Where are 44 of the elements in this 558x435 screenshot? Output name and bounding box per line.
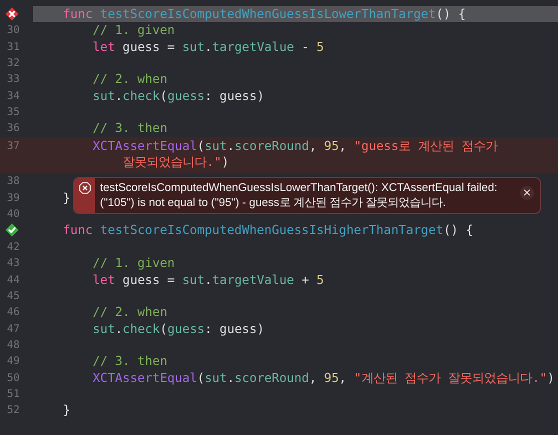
line-number: 42 (7, 240, 20, 255)
line-number: 40 (7, 207, 20, 222)
code-line: // 3. then (92, 120, 168, 137)
line-number: 38 (7, 174, 20, 190)
line-number: 44 (7, 272, 20, 288)
line-number: 37 (7, 138, 20, 154)
line-number: 39 (7, 190, 20, 206)
line-number: 32 (7, 56, 20, 72)
code-line: // 2. when (92, 304, 168, 321)
line-number: 51 (7, 386, 20, 402)
code-line: sut.check(guess: guess) (92, 320, 264, 337)
passed-test-icon[interactable] (5, 223, 19, 238)
line-number: 48 (7, 338, 20, 353)
code-line: func testScoreIsComputedWhenGuessIsHigherThanTarget() { (62, 222, 474, 239)
line-number: 33 (7, 72, 20, 88)
line-number: 36 (7, 121, 20, 136)
code-line: XCTAssertEqual(sut.scoreRound, 95, "계산된 점수가 잘못되었습니다.") (92, 370, 555, 386)
line-number: 50 (7, 370, 20, 386)
line-number: 34 (7, 88, 20, 104)
line-number: 46 (7, 305, 20, 320)
line-number: 49 (7, 354, 20, 370)
code-line: sut.check(guess: guess) (92, 88, 264, 104)
line-number: 47 (7, 322, 20, 337)
failed-test-icon[interactable] (5, 7, 19, 21)
code-line: let guess = sut.targetValue - 5 (92, 38, 324, 56)
code-line: // 1. given (92, 255, 175, 272)
code-line: } (62, 190, 70, 206)
code-line: // 1. given (92, 22, 175, 39)
code-line: func testScoreIsComputedWhenGuessIsLowerThanTarget() { (62, 6, 466, 22)
code-line: // 3. then (92, 353, 168, 370)
line-number: 31 (7, 40, 20, 55)
error-message: testScoreIsComputedWhenGuessIsLowerThanTarget(): XCTAssertEqual failed: ("105") is not equal to ("95") - guess로 계산된 점수가 잘못되었습니다. (99, 181, 498, 211)
line-number: 43 (7, 256, 20, 272)
code-line: let guess = sut.targetValue + 5 (92, 272, 324, 288)
code-line: } (62, 402, 70, 419)
code-line: XCTAssertEqual(sut.scoreRound, 95, "guess로 계산된 점수가 (92, 138, 498, 154)
line-number: 52 (7, 403, 20, 418)
close-button[interactable]: × (520, 186, 534, 200)
code-line: // 2. when (92, 71, 168, 88)
line-number: 30 (7, 23, 20, 38)
code-line: 잘못되었습니다.") (122, 154, 229, 170)
error-icon (78, 182, 90, 194)
line-number: 45 (7, 288, 20, 304)
line-number: 35 (7, 105, 20, 120)
